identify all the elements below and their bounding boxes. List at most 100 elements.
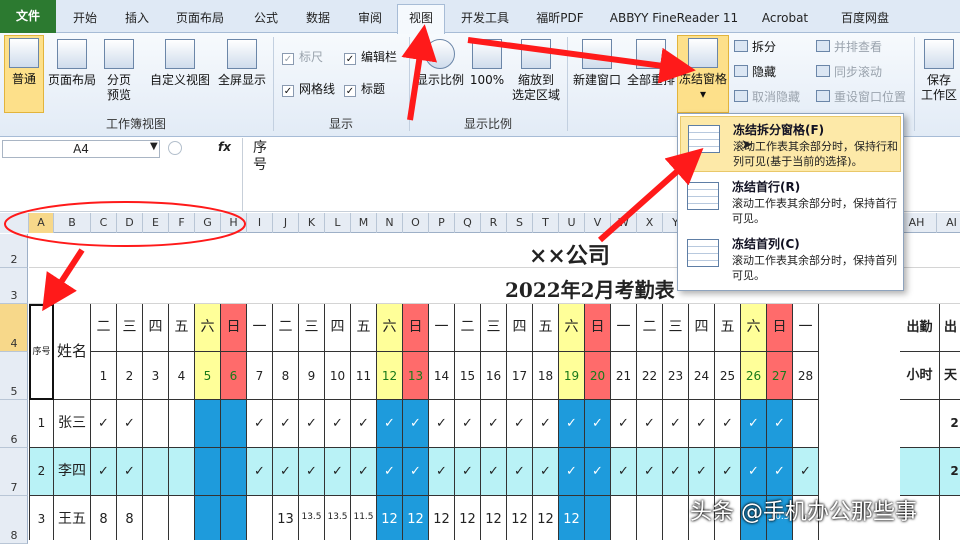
tab-home[interactable]: 开始 — [62, 5, 108, 31]
formula-bar-checkbox[interactable]: ✓ 编辑栏 — [344, 47, 397, 67]
hours-total-cell[interactable] — [900, 400, 940, 448]
select-all-corner[interactable] — [0, 213, 29, 233]
attendance-cell[interactable]: ✓ — [663, 400, 689, 448]
column-header-u[interactable]: U — [559, 213, 585, 233]
sync-scroll-button[interactable]: 同步滚动 — [816, 62, 882, 82]
tab-baidu-netdisk[interactable]: 百度网盘 — [830, 5, 900, 31]
days-total-cell[interactable]: 2 — [940, 400, 960, 448]
day-number-cell[interactable]: 11 — [351, 352, 377, 400]
attendance-cell[interactable]: ✓ — [715, 448, 741, 496]
attendance-cell[interactable]: 12 — [455, 496, 481, 540]
hours-total-cell[interactable] — [900, 448, 940, 496]
weekday-cell[interactable]: 五 — [533, 304, 559, 352]
weekday-cell[interactable]: 四 — [143, 304, 169, 352]
weekday-cell[interactable]: 六 — [195, 304, 221, 352]
attendance-cell[interactable]: ✓ — [377, 448, 403, 496]
attendance-cell[interactable]: ✓ — [403, 448, 429, 496]
day-number-cell[interactable]: 5 — [195, 352, 221, 400]
day-number-cell[interactable]: 17 — [507, 352, 533, 400]
attendance-cell[interactable]: ✓ — [91, 400, 117, 448]
day-number-cell[interactable]: 7 — [247, 352, 273, 400]
row-header-6[interactable]: 6 — [0, 400, 28, 448]
custom-views-button[interactable]: 自定义视图 — [148, 37, 212, 88]
new-window-button[interactable]: 新建窗口 — [570, 37, 624, 88]
split-button[interactable]: 拆分 — [734, 37, 776, 57]
weekday-cell[interactable]: 日 — [767, 304, 793, 352]
attendance-cell[interactable]: ✓ — [299, 448, 325, 496]
page-break-preview-button[interactable]: 分页 预览 — [100, 37, 138, 103]
attendance-cell[interactable]: ✓ — [481, 400, 507, 448]
attendance-cell[interactable]: ✓ — [325, 400, 351, 448]
days-total-cell[interactable]: 2 — [940, 448, 960, 496]
attendance-cell[interactable]: ✓ — [247, 448, 273, 496]
full-screen-button[interactable]: 全屏显示 — [214, 37, 270, 88]
day-number-cell[interactable]: 8 — [273, 352, 299, 400]
hide-button[interactable]: 隐藏 — [734, 62, 776, 82]
column-header-r[interactable]: R — [481, 213, 507, 233]
day-number-cell[interactable]: 13 — [403, 352, 429, 400]
column-header-j[interactable]: J — [273, 213, 299, 233]
attendance-cell[interactable]: ✓ — [455, 448, 481, 496]
tab-acrobat[interactable]: Acrobat — [754, 5, 816, 31]
attendance-cell[interactable]: 13 — [273, 496, 299, 540]
attendance-cell[interactable]: ✓ — [663, 448, 689, 496]
attendance-cell[interactable]: ✓ — [559, 400, 585, 448]
attendance-cell[interactable] — [169, 400, 195, 448]
weekday-cell[interactable]: 四 — [507, 304, 533, 352]
day-number-cell[interactable]: 21 — [611, 352, 637, 400]
side-by-side-button[interactable]: 并排查看 — [816, 37, 882, 57]
day-number-cell[interactable]: 28 — [793, 352, 819, 400]
day-number-cell[interactable]: 14 — [429, 352, 455, 400]
weekday-cell[interactable]: 五 — [169, 304, 195, 352]
day-number-cell[interactable]: 26 — [741, 352, 767, 400]
tab-page-layout[interactable]: 页面布局 — [166, 5, 234, 31]
attendance-cell[interactable]: ✓ — [585, 448, 611, 496]
attendance-cell[interactable]: ✓ — [585, 400, 611, 448]
header-seq-cell[interactable]: 序号 — [29, 304, 54, 400]
attendance-cell[interactable] — [247, 496, 273, 540]
attendance-cell[interactable]: 12 — [559, 496, 585, 540]
weekday-cell[interactable]: 三 — [481, 304, 507, 352]
attendance-cell[interactable] — [169, 448, 195, 496]
weekday-cell[interactable]: 六 — [377, 304, 403, 352]
attendance-cell[interactable] — [611, 496, 637, 540]
weekday-cell[interactable]: 一 — [793, 304, 819, 352]
attendance-cell[interactable] — [169, 496, 195, 540]
weekday-cell[interactable]: 二 — [273, 304, 299, 352]
attendance-cell[interactable]: ✓ — [559, 448, 585, 496]
attendance-cell[interactable]: ✓ — [429, 448, 455, 496]
weekday-cell[interactable]: 四 — [325, 304, 351, 352]
days-total-cell[interactable] — [940, 496, 960, 540]
weekday-cell[interactable]: 三 — [299, 304, 325, 352]
zoom-to-selection-button[interactable]: 缩放到 选定区域 — [508, 37, 564, 103]
column-header-o[interactable]: O — [403, 213, 429, 233]
seq-cell[interactable]: 2 — [29, 448, 54, 496]
day-number-cell[interactable]: 24 — [689, 352, 715, 400]
attendance-cell[interactable] — [143, 400, 169, 448]
reset-window-position-button[interactable]: 重设窗口位置 — [816, 87, 906, 107]
page-layout-view-button[interactable]: 页面布局 — [46, 37, 98, 88]
gridlines-checkbox[interactable]: ✓ 网格线 — [282, 79, 335, 99]
attendance-cell[interactable]: ✓ — [429, 400, 455, 448]
weekday-cell[interactable]: 一 — [247, 304, 273, 352]
fx-icon[interactable]: fx — [218, 140, 231, 154]
weekday-cell[interactable]: 日 — [585, 304, 611, 352]
weekday-cell[interactable]: 一 — [611, 304, 637, 352]
zoom-button[interactable]: 显示比例 — [414, 37, 466, 88]
column-header-k[interactable]: K — [299, 213, 325, 233]
header-name-cell[interactable]: 姓名 — [54, 304, 91, 400]
column-header-ai[interactable]: AI — [937, 213, 960, 233]
headings-checkbox[interactable]: ✓ 标题 — [344, 79, 385, 99]
weekday-cell[interactable]: 日 — [403, 304, 429, 352]
attendance-cell[interactable] — [637, 496, 663, 540]
row-header-5[interactable]: 5 — [0, 352, 28, 400]
attendance-cell[interactable]: ✓ — [637, 400, 663, 448]
attendance-cell[interactable] — [585, 496, 611, 540]
attendance-cell[interactable]: ✓ — [117, 400, 143, 448]
column-header-n[interactable]: N — [377, 213, 403, 233]
freeze-panes-option[interactable]: 冻结拆分窗格(F) 滚动工作表其余部分时，保持行和列可见(基于当前的选择)。 ➤ — [680, 116, 901, 172]
weekday-cell[interactable]: 一 — [429, 304, 455, 352]
tab-insert[interactable]: 插入 — [114, 5, 160, 31]
attendance-cell[interactable]: 13.5 — [299, 496, 325, 540]
attendance-cell[interactable]: 11.5 — [351, 496, 377, 540]
